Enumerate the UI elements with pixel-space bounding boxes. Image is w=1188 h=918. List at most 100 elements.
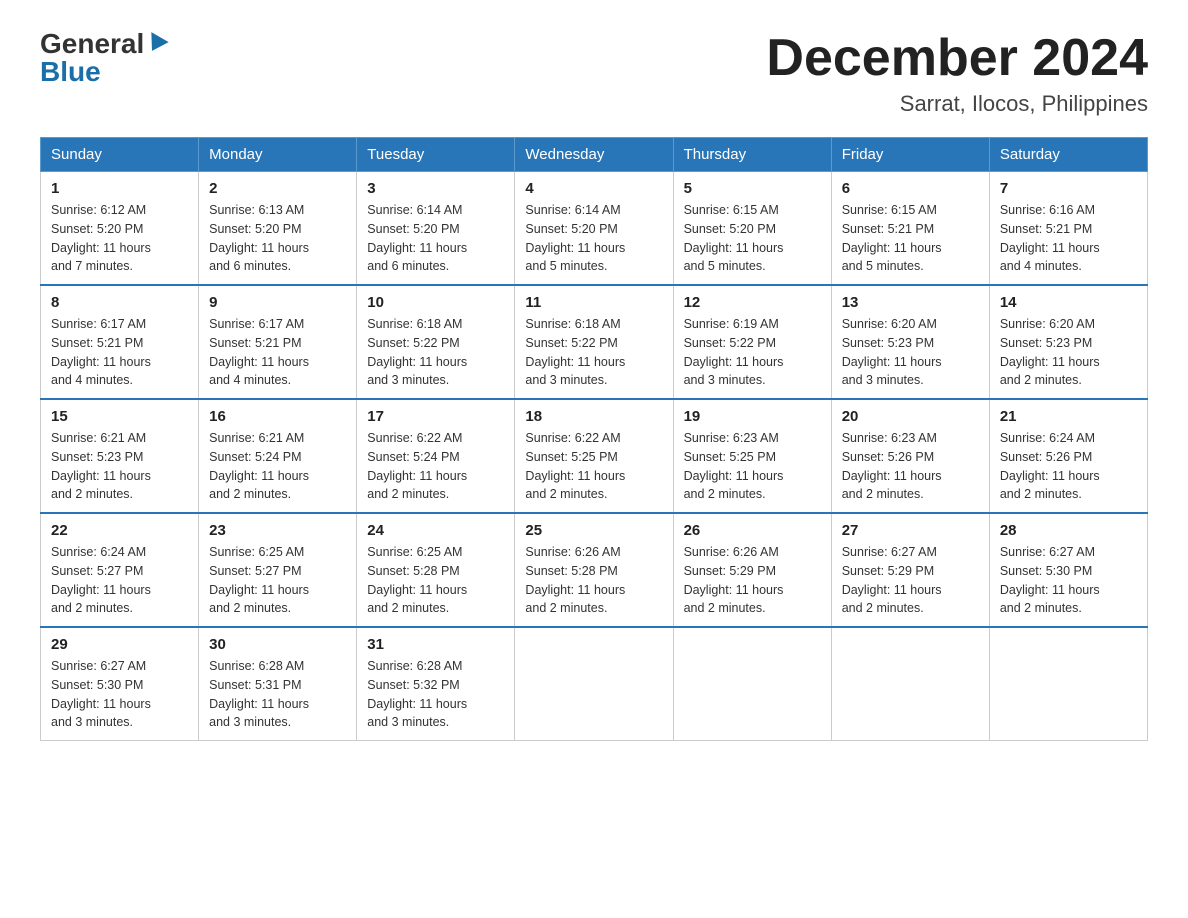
calendar-cell: 30 Sunrise: 6:28 AMSunset: 5:31 PMDayligh…	[199, 627, 357, 741]
day-info: Sunrise: 6:13 AMSunset: 5:20 PMDaylight:…	[209, 201, 346, 276]
day-number: 20	[842, 408, 979, 425]
day-info: Sunrise: 6:19 AMSunset: 5:22 PMDaylight:…	[684, 315, 821, 390]
weekday-header-saturday: Saturday	[989, 138, 1147, 172]
day-number: 15	[51, 408, 188, 425]
logo-general-text: General	[40, 30, 144, 58]
day-number: 1	[51, 180, 188, 197]
calendar-cell: 7 Sunrise: 6:16 AMSunset: 5:21 PMDaylight…	[989, 172, 1147, 286]
calendar-cell: 18 Sunrise: 6:22 AMSunset: 5:25 PMDayligh…	[515, 399, 673, 513]
day-number: 30	[209, 636, 346, 653]
day-info: Sunrise: 6:17 AMSunset: 5:21 PMDaylight:…	[51, 315, 188, 390]
day-number: 18	[525, 408, 662, 425]
day-number: 12	[684, 294, 821, 311]
calendar-cell: 23Sunrise: 6:25 AMSunset: 5:27 PMDayligh…	[199, 513, 357, 627]
day-number: 22	[51, 522, 188, 539]
calendar-cell: 25 Sunrise: 6:26 AMSunset: 5:28 PMDayligh…	[515, 513, 673, 627]
calendar-cell: 27 Sunrise: 6:27 AMSunset: 5:29 PMDayligh…	[831, 513, 989, 627]
day-number: 2	[209, 180, 346, 197]
page-header: General Blue December 2024 Sarrat, Iloco…	[40, 30, 1148, 117]
day-info: Sunrise: 6:14 AMSunset: 5:20 PMDaylight:…	[525, 201, 662, 276]
logo-triangle-icon	[144, 32, 169, 56]
day-number: 17	[367, 408, 504, 425]
day-number: 25	[525, 522, 662, 539]
day-info: Sunrise: 6:21 AMSunset: 5:23 PMDaylight:…	[51, 429, 188, 504]
day-info: Sunrise: 6:20 AMSunset: 5:23 PMDaylight:…	[842, 315, 979, 390]
calendar-cell: 19 Sunrise: 6:23 AMSunset: 5:25 PMDayligh…	[673, 399, 831, 513]
calendar-cell: 8 Sunrise: 6:17 AMSunset: 5:21 PMDaylight…	[41, 285, 199, 399]
day-info: Sunrise: 6:20 AMSunset: 5:23 PMDaylight:…	[1000, 315, 1137, 390]
day-info: Sunrise: 6:22 AMSunset: 5:24 PMDaylight:…	[367, 429, 504, 504]
month-year-title: December 2024	[766, 30, 1148, 87]
day-info: Sunrise: 6:24 AMSunset: 5:26 PMDaylight:…	[1000, 429, 1137, 504]
day-info: Sunrise: 6:16 AMSunset: 5:21 PMDaylight:…	[1000, 201, 1137, 276]
calendar-cell: 10Sunrise: 6:18 AMSunset: 5:22 PMDayligh…	[357, 285, 515, 399]
day-info: Sunrise: 6:26 AMSunset: 5:29 PMDaylight:…	[684, 543, 821, 618]
calendar-cell: 26Sunrise: 6:26 AMSunset: 5:29 PMDayligh…	[673, 513, 831, 627]
location-subtitle: Sarrat, Ilocos, Philippines	[766, 91, 1148, 117]
day-number: 4	[525, 180, 662, 197]
title-block: December 2024 Sarrat, Ilocos, Philippine…	[766, 30, 1148, 117]
calendar-cell: 4 Sunrise: 6:14 AMSunset: 5:20 PMDaylight…	[515, 172, 673, 286]
day-number: 16	[209, 408, 346, 425]
day-info: Sunrise: 6:27 AMSunset: 5:30 PMDaylight:…	[51, 657, 188, 732]
day-number: 13	[842, 294, 979, 311]
day-number: 24	[367, 522, 504, 539]
day-number: 9	[209, 294, 346, 311]
calendar-week-row: 8 Sunrise: 6:17 AMSunset: 5:21 PMDaylight…	[41, 285, 1148, 399]
calendar-cell: 24Sunrise: 6:25 AMSunset: 5:28 PMDayligh…	[357, 513, 515, 627]
day-number: 7	[1000, 180, 1137, 197]
day-info: Sunrise: 6:27 AMSunset: 5:29 PMDaylight:…	[842, 543, 979, 618]
day-info: Sunrise: 6:15 AMSunset: 5:21 PMDaylight:…	[842, 201, 979, 276]
day-info: Sunrise: 6:24 AMSunset: 5:27 PMDaylight:…	[51, 543, 188, 618]
calendar-cell: 13 Sunrise: 6:20 AMSunset: 5:23 PMDayligh…	[831, 285, 989, 399]
calendar-cell: 28 Sunrise: 6:27 AMSunset: 5:30 PMDayligh…	[989, 513, 1147, 627]
calendar-cell: 11Sunrise: 6:18 AMSunset: 5:22 PMDayligh…	[515, 285, 673, 399]
weekday-header-thursday: Thursday	[673, 138, 831, 172]
day-number: 11	[525, 294, 662, 311]
calendar-week-row: 1 Sunrise: 6:12 AMSunset: 5:20 PMDaylight…	[41, 172, 1148, 286]
calendar-cell: 6 Sunrise: 6:15 AMSunset: 5:21 PMDaylight…	[831, 172, 989, 286]
day-info: Sunrise: 6:28 AMSunset: 5:31 PMDaylight:…	[209, 657, 346, 732]
day-info: Sunrise: 6:25 AMSunset: 5:27 PMDaylight:…	[209, 543, 346, 618]
day-number: 27	[842, 522, 979, 539]
day-info: Sunrise: 6:12 AMSunset: 5:20 PMDaylight:…	[51, 201, 188, 276]
day-number: 28	[1000, 522, 1137, 539]
calendar-week-row: 22 Sunrise: 6:24 AMSunset: 5:27 PMDayligh…	[41, 513, 1148, 627]
day-info: Sunrise: 6:22 AMSunset: 5:25 PMDaylight:…	[525, 429, 662, 504]
day-info: Sunrise: 6:27 AMSunset: 5:30 PMDaylight:…	[1000, 543, 1137, 618]
day-number: 29	[51, 636, 188, 653]
calendar-cell: 5 Sunrise: 6:15 AMSunset: 5:20 PMDaylight…	[673, 172, 831, 286]
day-info: Sunrise: 6:26 AMSunset: 5:28 PMDaylight:…	[525, 543, 662, 618]
logo: General Blue	[40, 30, 166, 86]
calendar-cell: 1 Sunrise: 6:12 AMSunset: 5:20 PMDaylight…	[41, 172, 199, 286]
day-number: 21	[1000, 408, 1137, 425]
calendar-cell	[831, 627, 989, 741]
calendar-cell: 22 Sunrise: 6:24 AMSunset: 5:27 PMDayligh…	[41, 513, 199, 627]
logo-blue-text: Blue	[40, 58, 101, 86]
day-number: 3	[367, 180, 504, 197]
day-number: 6	[842, 180, 979, 197]
calendar-cell: 2 Sunrise: 6:13 AMSunset: 5:20 PMDaylight…	[199, 172, 357, 286]
weekday-header-wednesday: Wednesday	[515, 138, 673, 172]
day-info: Sunrise: 6:14 AMSunset: 5:20 PMDaylight:…	[367, 201, 504, 276]
weekday-header-sunday: Sunday	[41, 138, 199, 172]
calendar-cell: 29 Sunrise: 6:27 AMSunset: 5:30 PMDayligh…	[41, 627, 199, 741]
day-info: Sunrise: 6:17 AMSunset: 5:21 PMDaylight:…	[209, 315, 346, 390]
day-number: 5	[684, 180, 821, 197]
day-number: 8	[51, 294, 188, 311]
weekday-header-monday: Monday	[199, 138, 357, 172]
weekday-header-tuesday: Tuesday	[357, 138, 515, 172]
day-info: Sunrise: 6:28 AMSunset: 5:32 PMDaylight:…	[367, 657, 504, 732]
weekday-header-row: SundayMondayTuesdayWednesdayThursdayFrid…	[41, 138, 1148, 172]
calendar-cell: 21 Sunrise: 6:24 AMSunset: 5:26 PMDayligh…	[989, 399, 1147, 513]
calendar-table: SundayMondayTuesdayWednesdayThursdayFrid…	[40, 137, 1148, 741]
weekday-header-friday: Friday	[831, 138, 989, 172]
calendar-cell: 14Sunrise: 6:20 AMSunset: 5:23 PMDayligh…	[989, 285, 1147, 399]
calendar-week-row: 15 Sunrise: 6:21 AMSunset: 5:23 PMDayligh…	[41, 399, 1148, 513]
day-info: Sunrise: 6:15 AMSunset: 5:20 PMDaylight:…	[684, 201, 821, 276]
calendar-cell: 31Sunrise: 6:28 AMSunset: 5:32 PMDayligh…	[357, 627, 515, 741]
calendar-cell: 3 Sunrise: 6:14 AMSunset: 5:20 PMDaylight…	[357, 172, 515, 286]
day-number: 19	[684, 408, 821, 425]
calendar-cell	[673, 627, 831, 741]
day-info: Sunrise: 6:23 AMSunset: 5:25 PMDaylight:…	[684, 429, 821, 504]
